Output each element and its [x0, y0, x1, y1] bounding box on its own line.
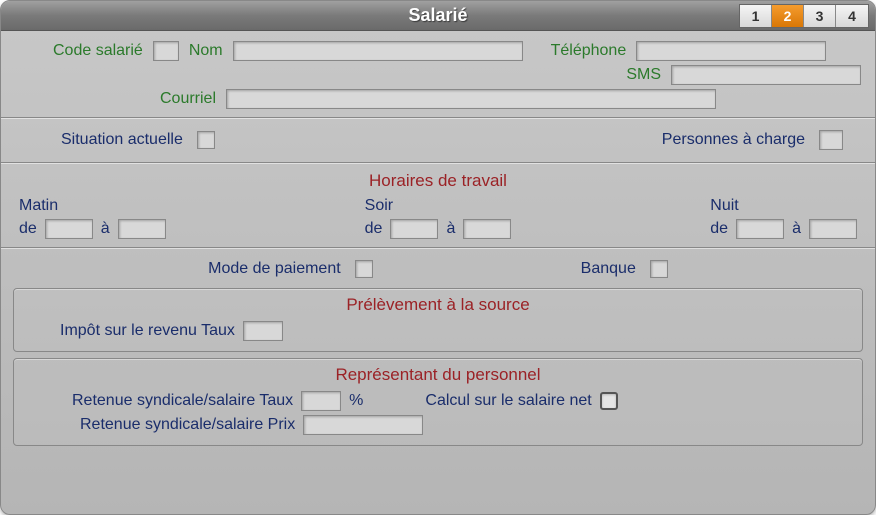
input-matin-de[interactable] [45, 219, 93, 239]
input-matin-a[interactable] [118, 219, 166, 239]
label-personnes-a-charge: Personnes à charge [662, 131, 805, 149]
label-nuit-de: de [710, 220, 728, 238]
input-retenue-taux[interactable] [301, 391, 341, 411]
input-code-salarie[interactable] [153, 41, 179, 61]
label-retenue-prix: Retenue syndicale/salaire Prix [80, 416, 295, 434]
section-prelevement: Prélèvement à la source Impôt sur le rev… [13, 288, 863, 352]
label-soir-de: de [365, 220, 383, 238]
label-matin-a: à [101, 220, 110, 238]
label-soir-a: à [446, 220, 455, 238]
label-telephone: Téléphone [551, 42, 627, 60]
label-banque: Banque [581, 260, 636, 278]
label-nuit: Nuit [710, 197, 857, 215]
input-banque[interactable] [650, 260, 668, 278]
input-mode-paiement[interactable] [355, 260, 373, 278]
input-impot-taux[interactable] [243, 321, 283, 341]
label-sms: SMS [626, 66, 661, 84]
label-impot-taux: Impôt sur le revenu Taux [60, 322, 235, 340]
checkbox-calcul-net[interactable] [600, 392, 618, 410]
label-code-salarie: Code salarié [53, 42, 143, 60]
input-situation-actuelle[interactable] [197, 131, 215, 149]
label-calcul-net: Calcul sur le salaire net [425, 392, 591, 410]
input-nom[interactable] [233, 41, 523, 61]
label-nuit-a: à [792, 220, 801, 238]
label-nom: Nom [189, 42, 223, 60]
tab-1[interactable]: 1 [740, 5, 772, 27]
tab-4[interactable]: 4 [836, 5, 868, 27]
tab-group: 1 2 3 4 [739, 4, 869, 28]
input-retenue-prix[interactable] [303, 415, 423, 435]
section-title-horaires: Horaires de travail [13, 171, 863, 191]
label-matin-de: de [19, 220, 37, 238]
label-retenue-taux: Retenue syndicale/salaire Taux [72, 392, 293, 410]
label-courriel: Courriel [160, 90, 216, 108]
col-soir: Soir de à [365, 197, 512, 239]
input-personnes-a-charge[interactable] [819, 130, 843, 150]
col-nuit: Nuit de à [710, 197, 857, 239]
content-area: Code salarié Nom Téléphone SMS Courriel … [1, 31, 875, 462]
tab-3[interactable]: 3 [804, 5, 836, 27]
input-nuit-de[interactable] [736, 219, 784, 239]
tab-2[interactable]: 2 [772, 5, 804, 27]
separator-3 [1, 247, 875, 248]
input-nuit-a[interactable] [809, 219, 857, 239]
label-situation-actuelle: Situation actuelle [61, 131, 183, 149]
section-horaires: Horaires de travail Matin de à Soir de [13, 171, 863, 239]
section-title-prelevement: Prélèvement à la source [22, 295, 854, 315]
employee-window: Salarié 1 2 3 4 Code salarié Nom Télépho… [0, 0, 876, 515]
label-mode-paiement: Mode de paiement [208, 260, 341, 278]
label-percent: % [349, 392, 363, 410]
input-sms[interactable] [671, 65, 861, 85]
input-soir-a[interactable] [463, 219, 511, 239]
separator-1 [1, 117, 875, 118]
label-soir: Soir [365, 197, 512, 215]
input-telephone[interactable] [636, 41, 826, 61]
input-courriel[interactable] [226, 89, 716, 109]
section-title-representant: Représentant du personnel [22, 365, 854, 385]
titlebar: Salarié 1 2 3 4 [1, 1, 875, 31]
input-soir-de[interactable] [390, 219, 438, 239]
section-representant: Représentant du personnel Retenue syndic… [13, 358, 863, 446]
col-matin: Matin de à [19, 197, 166, 239]
separator-2 [1, 162, 875, 163]
label-matin: Matin [19, 197, 166, 215]
